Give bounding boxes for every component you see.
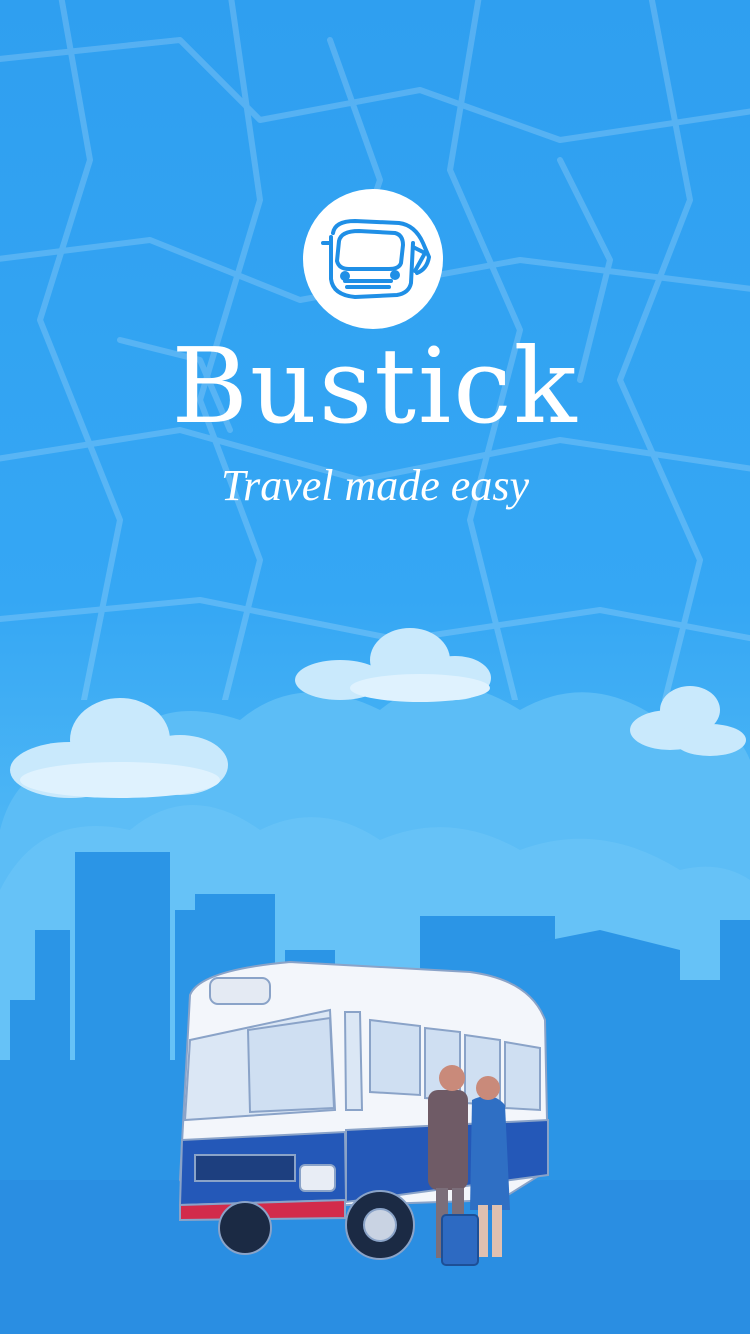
bus-front-icon — [321, 219, 431, 299]
cloud-center — [295, 628, 491, 702]
splash-screen: Bustick Travel made easy — [0, 0, 750, 1334]
city-bus-illustration — [0, 628, 750, 1334]
app-name: Bustick — [171, 325, 579, 447]
cloud-right — [630, 686, 746, 756]
app-logo — [303, 189, 443, 329]
app-tagline: Travel made easy — [221, 461, 529, 510]
